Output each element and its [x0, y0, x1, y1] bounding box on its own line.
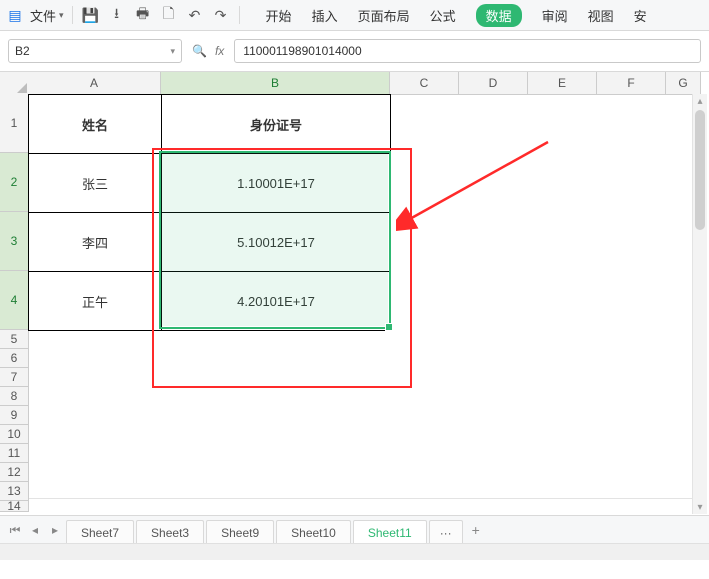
row-headers: 1234567891011121314	[0, 94, 28, 512]
vertical-scrollbar[interactable]: ▴ ▾	[692, 94, 707, 514]
column-header-F[interactable]: F	[597, 72, 666, 95]
row-header-2[interactable]: 2	[0, 153, 30, 212]
ribbon-tab-数据[interactable]: 数据	[476, 4, 522, 27]
ribbon-tab-安[interactable]: 安	[634, 6, 647, 25]
sheet-tab-Sheet3[interactable]: Sheet3	[136, 520, 204, 545]
name-box-value: B2	[15, 44, 30, 58]
table-header-cell[interactable]: 姓名	[29, 95, 162, 154]
row-header-11[interactable]: 11	[0, 444, 29, 463]
redo-icon[interactable]: ↷	[211, 5, 231, 25]
ribbon-tab-开始[interactable]: 开始	[266, 6, 292, 25]
formula-input-value: 110001198901014000	[243, 44, 361, 58]
sheet-nav-prev-icon[interactable]: ◂	[26, 521, 44, 539]
separator	[72, 6, 73, 24]
ribbon-tab-页面布局[interactable]: 页面布局	[358, 6, 410, 25]
data-table: 姓名身份证号张三1.10001E+17李四5.10012E+17正午4.2010…	[28, 94, 391, 331]
row-header-10[interactable]: 10	[0, 425, 29, 444]
menubar: ▤ 文件 ▾ 💾 ⭳ 🖶 🗋 ↶ ↷ 开始 插入 页面布局 公式 数据 审阅 视图 安	[0, 0, 709, 31]
column-headers: ABCDEFG	[28, 72, 701, 94]
formula-bar-row: B2 ▾ 🔍 fx 110001198901014000	[0, 31, 709, 72]
file-menu-button[interactable]: 文件 ▾	[30, 6, 64, 25]
formula-bar-icons: 🔍 fx	[192, 44, 224, 58]
sheet-tab-Sheet7[interactable]: Sheet7	[66, 520, 134, 545]
scroll-up-icon[interactable]: ▴	[693, 94, 707, 108]
status-bar	[0, 543, 709, 560]
column-header-A[interactable]: A	[28, 72, 161, 95]
file-menu-label: 文件	[30, 6, 56, 25]
scroll-thumb[interactable]	[695, 110, 705, 230]
row-header-12[interactable]: 12	[0, 463, 29, 482]
table-cell[interactable]: 张三	[29, 154, 162, 213]
fx-icon[interactable]: fx	[215, 44, 224, 58]
select-all-corner[interactable]	[0, 72, 29, 95]
table-cell[interactable]: 1.10001E+17	[162, 154, 390, 213]
home-icon[interactable]: ▤	[6, 6, 24, 24]
sheet-tab-Sheet11[interactable]: Sheet11	[353, 520, 427, 545]
table-header-cell[interactable]: 身份证号	[162, 95, 390, 154]
formula-input[interactable]: 110001198901014000	[234, 39, 701, 63]
ribbon-tab-视图[interactable]: 视图	[588, 6, 614, 25]
column-header-D[interactable]: D	[459, 72, 528, 95]
scroll-down-icon[interactable]: ▾	[693, 500, 707, 514]
row-header-9[interactable]: 9	[0, 406, 29, 425]
row-header-5[interactable]: 5	[0, 330, 29, 349]
sheet-nav-next-icon[interactable]: ▸	[46, 521, 64, 539]
chevron-down-icon: ▾	[170, 46, 175, 57]
column-header-C[interactable]: C	[390, 72, 459, 95]
sheet-area: ABCDEFG 1234567891011121314 姓名身份证号张三1.10…	[0, 72, 709, 560]
export-icon[interactable]: ⭳	[107, 5, 127, 25]
row-header-14[interactable]: 14	[0, 501, 29, 512]
print-icon[interactable]: 🖶	[133, 5, 153, 25]
ribbon-tab-公式[interactable]: 公式	[430, 6, 456, 25]
row-header-6[interactable]: 6	[0, 349, 29, 368]
column-header-B[interactable]: B	[161, 72, 390, 96]
row-header-4[interactable]: 4	[0, 271, 30, 330]
ribbon-tab-审阅[interactable]: 审阅	[542, 6, 568, 25]
column-header-G[interactable]: G	[666, 72, 701, 95]
add-sheet-button[interactable]: +	[465, 519, 487, 541]
table-cell[interactable]: 正午	[29, 272, 162, 330]
ribbon-tab-插入[interactable]: 插入	[312, 6, 338, 25]
table-cell[interactable]: 4.20101E+17	[162, 272, 390, 330]
row-header-8[interactable]: 8	[0, 387, 29, 406]
row-header-1[interactable]: 1	[0, 94, 29, 153]
lookup-icon[interactable]: 🔍	[192, 44, 207, 58]
separator	[239, 6, 240, 24]
sheet-tab-Sheet10[interactable]: Sheet10	[276, 520, 351, 545]
preview-icon[interactable]: 🗋	[159, 5, 179, 25]
table-cell[interactable]: 5.10012E+17	[162, 213, 390, 272]
name-box[interactable]: B2 ▾	[8, 39, 182, 63]
scroll-track[interactable]	[693, 108, 707, 500]
sheet-tabs-more[interactable]: ···	[429, 520, 463, 545]
undo-icon[interactable]: ↶	[185, 5, 205, 25]
save-icon[interactable]: 💾	[81, 5, 101, 25]
ribbon-tabs: 开始 插入 页面布局 公式 数据 审阅 视图 安	[266, 4, 647, 27]
sheet-tab-bar: ⏮ ◂ ▸ Sheet7Sheet3Sheet9Sheet10Sheet11 ·…	[0, 515, 709, 544]
sheet-nav-first-icon[interactable]: ⏮	[6, 521, 24, 539]
chevron-down-icon: ▾	[59, 10, 64, 21]
column-header-E[interactable]: E	[528, 72, 597, 95]
table-cell[interactable]: 李四	[29, 213, 162, 272]
row-header-3[interactable]: 3	[0, 212, 30, 271]
sheet-tab-Sheet9[interactable]: Sheet9	[206, 520, 274, 545]
row-header-7[interactable]: 7	[0, 368, 29, 387]
